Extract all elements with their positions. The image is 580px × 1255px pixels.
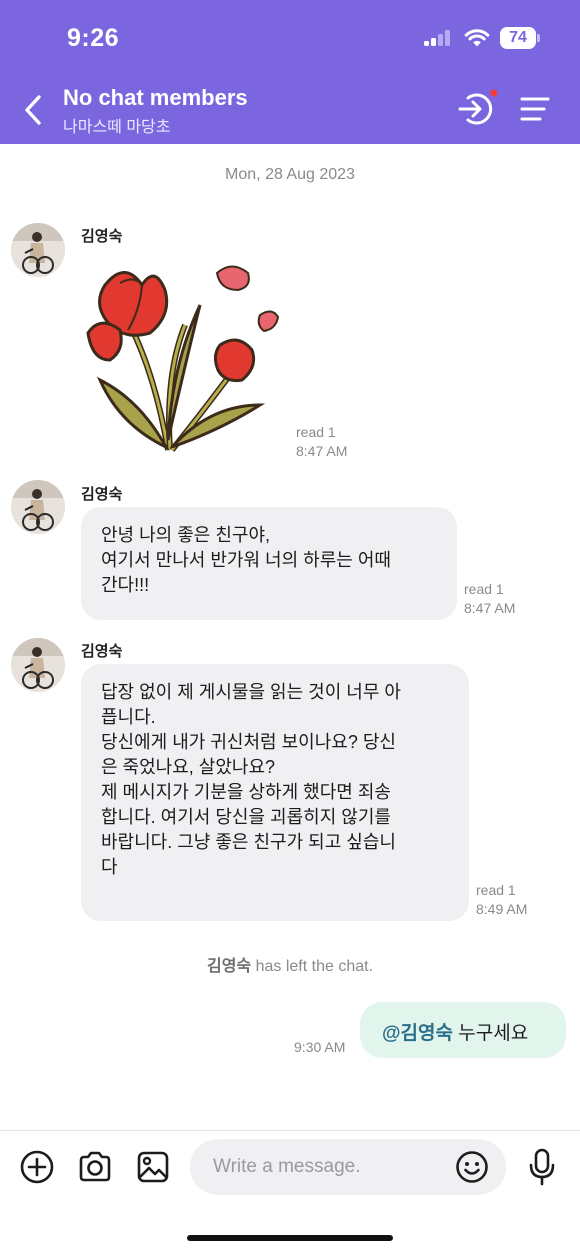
message-time: 8:49 AM xyxy=(476,901,528,917)
message-line: 제 메시지가 기분을 상하게 했다면 죄송 xyxy=(101,782,391,802)
avatar[interactable] xyxy=(11,638,65,692)
system-message-name: 김영숙 xyxy=(206,958,252,975)
mention[interactable]: @김영숙 xyxy=(382,1023,453,1044)
message-line: 여기서 만나서 반가워 너의 하루는 어때 xyxy=(101,550,391,570)
message-meta: read 1 8:49 AM xyxy=(476,881,527,919)
message-line: 픕니다. xyxy=(101,707,156,727)
system-message: 김영숙 has left the chat. xyxy=(0,952,580,976)
message-bubble[interactable]: 답장 없이 제 게시물을 읽는 것이 너무 아 픕니다. 당신에게 내가 귀신처… xyxy=(81,664,469,921)
message-line: 은 죽었나요, 살았나요? xyxy=(101,757,276,777)
wifi-icon xyxy=(464,29,490,47)
message-bubble[interactable]: 안녕 나의 좋은 친구야, 여기서 만나서 반가워 너의 하루는 어때 간다!!… xyxy=(81,507,457,620)
message-time: 8:47 AM xyxy=(464,600,516,616)
avatar[interactable] xyxy=(11,480,65,534)
chat-title: No chat members xyxy=(63,85,248,110)
message-line: 간다!!! xyxy=(101,575,150,595)
battery-level: 74 xyxy=(500,27,536,49)
message-line: 다 xyxy=(101,857,118,877)
mic-icon[interactable] xyxy=(527,1147,557,1187)
sender-name: 김영숙 xyxy=(81,643,123,660)
cellular-signal-icon xyxy=(424,30,454,46)
enter-chat-button[interactable] xyxy=(455,88,497,128)
camera-icon[interactable] xyxy=(77,1149,113,1185)
avatar[interactable] xyxy=(11,223,65,277)
battery-icon: 74 xyxy=(500,27,540,49)
outgoing-time: 9:30 AM xyxy=(294,1039,346,1055)
message-line: 답장 없이 제 게시물을 읽는 것이 너무 아 xyxy=(101,682,401,702)
read-status: read 1 xyxy=(464,581,504,597)
chat-subtitle: 나마스떼 마당초 xyxy=(63,119,171,136)
message-meta: read 1 8:47 AM xyxy=(296,423,347,461)
sender-name: 김영숙 xyxy=(81,486,123,503)
message-line: 안녕 나의 좋은 친구야, xyxy=(101,525,271,545)
home-indicator xyxy=(187,1235,393,1241)
message-line: 당신에게 내가 귀신처럼 보이나요? 당신 xyxy=(101,732,396,752)
sender-name: 김영숙 xyxy=(81,228,123,245)
tulip-sticker[interactable] xyxy=(80,255,290,460)
message-time: 8:47 AM xyxy=(296,443,348,459)
gallery-icon[interactable] xyxy=(135,1149,171,1185)
message-meta: read 1 8:47 AM xyxy=(464,580,515,618)
back-button[interactable] xyxy=(20,92,48,128)
date-separator: Mon, 28 Aug 2023 xyxy=(225,166,355,183)
menu-button[interactable] xyxy=(518,92,552,126)
chat-screen: 9:26 74 No chat members 나마스떼 마당초 Mon, 28… xyxy=(0,0,580,1255)
header: 9:26 74 No chat members 나마스떼 마당초 xyxy=(0,0,580,144)
system-message-text: has left the chat. xyxy=(251,958,374,975)
read-status: read 1 xyxy=(476,882,516,898)
status-time: 9:26 xyxy=(67,24,120,52)
notification-dot xyxy=(490,89,497,97)
outgoing-message-bubble[interactable]: @김영숙 누구세요 xyxy=(360,1002,566,1058)
plus-icon[interactable] xyxy=(19,1149,55,1185)
read-status: read 1 xyxy=(296,424,336,440)
message-line: 바랍니다. 그냥 좋은 친구가 되고 싶습니 xyxy=(101,832,396,852)
outgoing-message-text: 누구세요 xyxy=(452,1023,529,1044)
message-line: 합니다. 여기서 당신을 괴롭히지 않기를 xyxy=(101,807,391,827)
emoji-icon[interactable] xyxy=(455,1150,489,1184)
